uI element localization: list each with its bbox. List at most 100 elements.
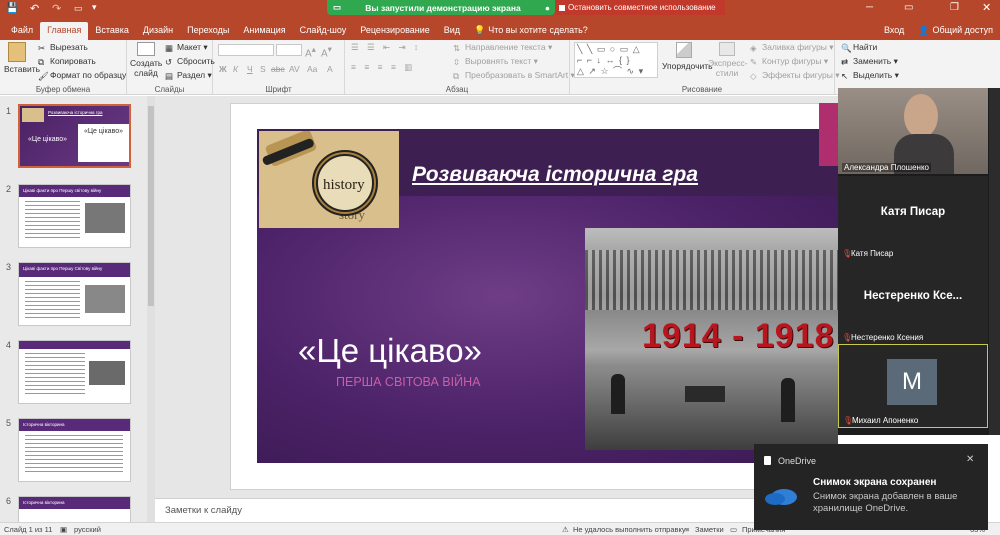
tab-view[interactable]: Вид [437,22,467,40]
customize-qat-icon[interactable]: ▾ [92,2,97,13]
shape-outline-button[interactable]: ✎ Контур фигуры ▾ [750,56,828,67]
font-color-button[interactable]: A [327,64,333,74]
slide-subtitle[interactable]: ПЕРША СВІТОВА ВІЙНА [336,375,480,389]
shapes-gallery[interactable]: ╲ ╲ ▭ ○ ▭ △ ⌐ ⌐ ↓ ↔ { } △ ↗ ☆ ⌒ ∿ ▾ [574,42,658,78]
slide-thumbnail-1[interactable]: Розвиваюча історична гра «Це цікаво» «Це… [18,104,131,168]
minimize-icon[interactable]: ─ [866,2,873,13]
video-panel: Александра Плошенко Катя Писар 🎙Катя Пис… [838,88,1000,435]
quick-styles-button[interactable]: Экспресс-стили [708,42,748,78]
font-size-field[interactable] [276,44,302,56]
underline-button[interactable]: Ч [247,64,253,74]
start-slideshow-icon[interactable]: ▭ [74,3,83,14]
undo-icon[interactable]: ↶ [30,2,39,15]
magnifier-image[interactable]: story story history [259,130,399,228]
quick-styles-icon [719,42,735,56]
slide-years[interactable]: 1914 - 1918 [642,317,835,356]
share-button[interactable]: 👤 Общий доступ [911,22,1000,40]
thumb-magnifier-image [22,108,44,122]
paste-button[interactable]: Вставить [4,42,40,74]
shrink-font-icon[interactable]: A▾ [321,44,332,59]
stop-sharing-button[interactable]: Остановить совместное использование [555,0,725,15]
tab-file[interactable]: Файл [4,22,40,40]
format-painter-button[interactable]: 🖌Формат по образцу [38,70,126,81]
ribbon-options-icon[interactable]: ▭ [904,2,913,13]
section-label: Раздел [177,70,206,80]
participant-tile-4[interactable]: M 🎙Михаил Апоненко [838,344,988,428]
align-text-button[interactable]: ⇳ Выровнять текст ▾ [453,56,538,67]
change-case-button[interactable]: Aa [307,64,317,74]
bold-button[interactable]: Ж [219,64,227,74]
shadow-button[interactable]: S [260,64,266,74]
slide-thumbnail-5[interactable]: Історична вікторина [18,418,131,482]
share-status-text: Вы запустили демонстрацию экрана [365,2,521,13]
cut-button[interactable]: ✂ Вырезать [38,42,88,53]
select-button[interactable]: ↖ Выделить ▾ [841,70,899,81]
signin-link[interactable]: Вход [877,22,911,40]
restore-icon[interactable]: ❐ [950,2,959,13]
toast-close-icon[interactable]: ✕ [966,454,974,465]
slide-thumbnail-2[interactable]: Цікаві факти про Першу світову війну [18,184,131,248]
onedrive-notification[interactable]: OneDrive ✕ Снимок экрана сохранен Снимок… [754,444,988,530]
strikethrough-button[interactable]: abc [271,64,285,74]
screen-share-banner: ▭ Вы запустили демонстрацию экрана ● [327,0,555,15]
participant-tile-3[interactable]: Нестеренко Ксе... 🎙Нестеренко Ксения [838,260,988,344]
tab-home[interactable]: Главная [40,22,89,40]
arrange-icon [676,42,692,58]
font-name-field[interactable] [218,44,274,56]
smartart-icon: ⧉ [453,71,460,82]
align-text-label: Выровнять текст [465,56,532,66]
tab-transitions[interactable]: Переходы [180,22,236,40]
tell-me-box[interactable]: 💡 Что вы хотите сделать? [467,22,595,40]
thumb-number: 6 [6,496,12,506]
language-label[interactable]: русский [74,525,101,534]
participant-name: Александра Плошенко [842,163,931,172]
spellcheck-icon[interactable]: ▣ [60,525,67,534]
redo-icon[interactable]: ↷ [52,2,61,15]
shape-fill-button[interactable]: ◈ Заливка фигуры ▾ [750,42,834,53]
tab-review[interactable]: Рецензирование [353,22,437,40]
send-error-text[interactable]: Не удалось выполнить отправку [573,525,686,534]
italic-button[interactable]: К [233,64,238,74]
shape-outline-label: Контур фигуры [762,56,822,66]
new-slide-button[interactable]: Создать слайд [130,42,162,78]
find-button[interactable]: 🔍Найти [841,42,878,53]
find-label: Найти [853,42,878,52]
thumb-text-lines [25,201,80,241]
text-direction-button[interactable]: ⇅ Направление текста ▾ [453,42,552,53]
slide-thumbnail-4[interactable] [18,340,131,404]
slide-quote[interactable]: «Це цікаво» [298,332,482,370]
char-spacing-button[interactable]: AV [289,64,300,74]
reset-button[interactable]: ↺ Сбросить [165,56,215,67]
thumbnail-scrollbar[interactable] [147,96,155,522]
notes-pane[interactable]: Заметки к слайду [155,498,838,522]
replace-button[interactable]: ⇄ Заменить ▾ [841,56,898,67]
slide-title[interactable]: Розвиваюча історична гра [412,163,698,187]
participant-tile-2[interactable]: Катя Писар 🎙Катя Писар [838,176,988,260]
layout-button[interactable]: ▦ Макет ▾ [165,42,208,53]
smartart-button[interactable]: ⧉ Преобразовать в SmartArt ▾ [453,70,575,81]
section-button[interactable]: ▤ Раздел ▾ [165,70,212,81]
grow-font-icon[interactable]: A▴ [305,44,316,59]
align-buttons[interactable]: ≡ ≡ ≡ ≡ ▥ [351,62,415,73]
mic-muted-icon: 🎙 [842,249,853,258]
cannon-silhouette [685,386,725,402]
thumb-text-lines [25,435,123,475]
slide-thumbnail-3[interactable]: Цікаві факти про Першу Світову війну [18,262,131,326]
copy-button[interactable]: ⧉ Копировать [38,56,96,67]
arrange-button[interactable]: Упорядочить [662,42,713,71]
video-panel-scrollbar[interactable] [989,88,1000,435]
scrollbar-thumb[interactable] [148,106,154,306]
participant-tile-1[interactable]: Александра Плошенко [838,88,988,174]
tab-insert[interactable]: Вставка [88,22,135,40]
replace-label: Заменить [853,56,892,66]
tab-animation[interactable]: Анимация [236,22,292,40]
section-icon: ▤ [165,71,174,82]
tab-design[interactable]: Дизайн [136,22,180,40]
list-buttons[interactable]: ☰ ☰ ⇤ ⇥ ↕ [351,42,421,53]
save-icon[interactable]: 💾 [6,3,18,14]
clipboard-group: Вставить ✂ Вырезать ⧉ Копировать 🖌Формат п… [0,40,127,95]
tab-slideshow[interactable]: Слайд-шоу [293,22,354,40]
close-icon[interactable]: ✕ [982,1,991,14]
notes-toggle[interactable]: Заметки [695,525,724,534]
shape-effects-button[interactable]: ◇ Эффекты фигуры ▾ [750,70,839,81]
